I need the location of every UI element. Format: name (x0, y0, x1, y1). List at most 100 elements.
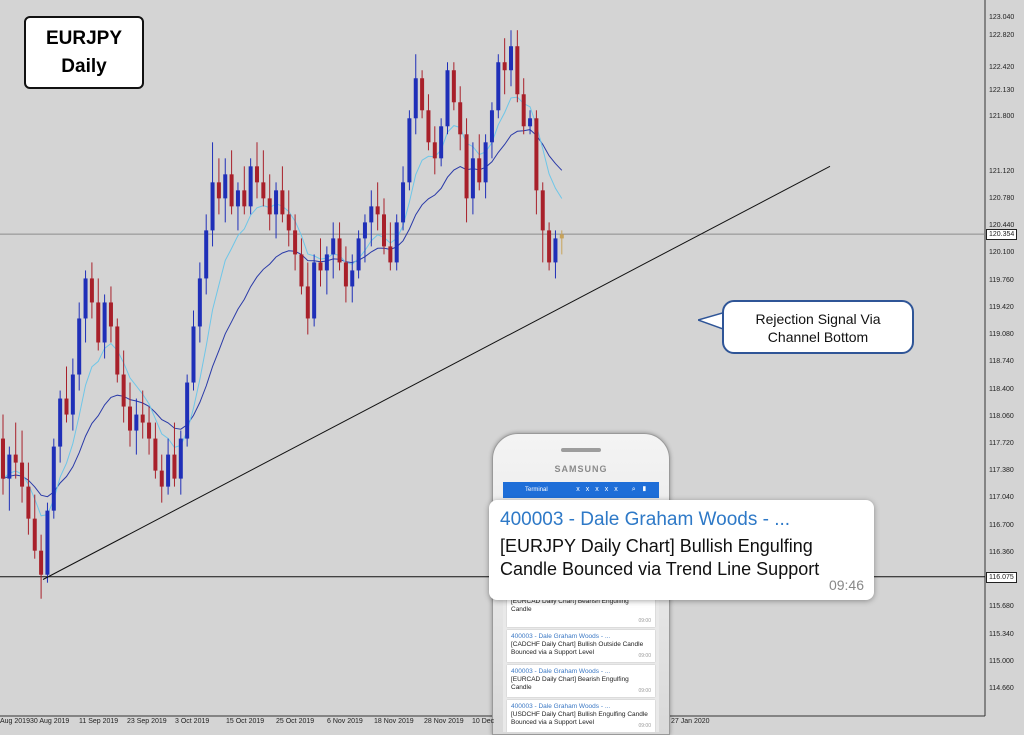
candle-body (445, 70, 450, 127)
price-tick-label: 118.400 (989, 385, 1014, 393)
candle-body (547, 230, 552, 263)
list-item[interactable]: 400003 - Dale Graham Woods - ... [EURCAD… (507, 665, 655, 697)
note-text: [CADCHF Daily Chart] Bullish Outside Can… (511, 641, 644, 656)
candle-body (235, 190, 240, 207)
candle-body (559, 234, 564, 239)
candle-body (147, 422, 152, 439)
candle-body (369, 206, 374, 223)
candle-body (521, 94, 526, 127)
candle-body (185, 382, 190, 439)
candle-body (343, 262, 348, 287)
candle-body (255, 166, 259, 183)
candle-body (13, 454, 18, 463)
candle-body (96, 302, 101, 343)
candle-body (204, 230, 209, 279)
note-sender: 400003 - Dale Graham Woods - ... (511, 668, 611, 675)
candle-body (362, 222, 367, 239)
date-tick-label: 23 Sep 2019 (127, 718, 167, 725)
price-tick-label: 118.060 (989, 412, 1014, 420)
candle-body (178, 438, 183, 479)
candle-body (318, 262, 323, 271)
candle-body (108, 302, 113, 327)
price-tick-label: 121.800 (989, 113, 1015, 121)
callout-line-1: Rejection Signal Via (755, 311, 881, 327)
candle-body (534, 118, 539, 191)
candle-body (413, 78, 418, 119)
price-tick-label: 116.700 (989, 521, 1014, 529)
price-tick-label: 115.680 (989, 603, 1014, 611)
candle-body (337, 238, 342, 263)
candle-body (39, 550, 44, 575)
candle-body (356, 238, 361, 271)
candle-body (286, 214, 291, 231)
candle-body (121, 374, 126, 407)
candle-body (407, 118, 412, 183)
price-tick-label: 114.660 (989, 685, 1014, 692)
candle-body (451, 70, 456, 103)
candle-body (528, 118, 533, 127)
lock-icon[interactable]: ▮ (642, 486, 653, 493)
candle-body (7, 454, 12, 479)
price-tick-label: 120.780 (989, 194, 1015, 202)
note-time: 09:00 (638, 618, 651, 624)
chart-symbol-label: EURJPY (45, 28, 123, 49)
candle-body (51, 446, 56, 511)
candle-body (553, 238, 558, 263)
list-item[interactable]: 400003 - Dale Graham Woods - ... [USDCHF… (507, 700, 655, 732)
candle-body (477, 158, 482, 183)
candle-body (299, 254, 304, 287)
candle-body (166, 454, 171, 487)
candle-body (489, 110, 494, 143)
app-bar-icons: xxxxx ⌕▮ (576, 482, 653, 498)
push-notification[interactable]: 400003 - Dale Graham Woods - ... [EURJPY… (489, 500, 874, 600)
candle-body (58, 398, 63, 447)
candle-body (331, 238, 336, 255)
chart-timeframe-label: Daily (61, 56, 107, 77)
candle-body (248, 166, 253, 207)
candle-body (89, 278, 94, 303)
candle-body (350, 270, 355, 287)
candle-body (388, 246, 393, 263)
price-level-box: 120.354 (986, 229, 1018, 241)
date-tick-label: 27 Jan 2020 (671, 718, 710, 725)
candle-body (458, 102, 463, 135)
candle-body (293, 230, 298, 255)
candle-body (1, 438, 5, 479)
price-tick-label: 122.820 (989, 31, 1015, 39)
candle-body (128, 406, 132, 431)
candle-body (426, 110, 431, 143)
price-tick-label: 117.040 (989, 494, 1014, 502)
candle-body (540, 190, 545, 231)
list-item[interactable]: 400003 - Dale Graham Woods - ... [CADCHF… (507, 630, 655, 662)
rejection-callout: Rejection Signal Via Channel Bottom (722, 300, 914, 354)
note-time: 09:00 (638, 723, 651, 729)
price-tick-label: 119.420 (989, 303, 1014, 311)
candle-body (83, 278, 88, 319)
notification-time: 09:46 (828, 577, 864, 593)
notification-body: [EURJPY Daily Chart] Bullish Engulfing C… (500, 535, 860, 581)
candle-body (280, 190, 285, 215)
search-icon[interactable]: ⌕ (632, 486, 642, 493)
price-tick-label: 119.760 (989, 276, 1014, 284)
candle-body (70, 374, 75, 415)
phone-speaker (561, 448, 601, 452)
price-tick-label: 123.040 (989, 14, 1015, 21)
candle-body (496, 62, 501, 111)
candle-body (394, 222, 399, 263)
note-text: [EURCAD Daily Chart] Bearish Engulfing C… (511, 598, 629, 613)
note-time: 09:00 (638, 688, 651, 694)
notification-sender: 400003 - Dale Graham Woods - ... (500, 509, 791, 530)
candle-body (324, 254, 329, 271)
candle-body (483, 142, 488, 183)
app-title: Terminal (525, 487, 548, 493)
date-tick-label: 3 Oct 2019 (175, 718, 210, 725)
note-time: 09:00 (638, 653, 651, 659)
callout-line-2: Channel Bottom (767, 329, 869, 345)
candle-body (172, 454, 177, 479)
date-tick-label: 10 Dec (472, 718, 495, 725)
candle-body (261, 182, 266, 199)
date-tick-label: 18 Nov 2019 (374, 718, 414, 725)
candle-body (515, 46, 520, 95)
note-sender: 400003 - Dale Graham Woods - ... (511, 703, 611, 710)
phone-brand: SAMSUNG (554, 464, 608, 474)
